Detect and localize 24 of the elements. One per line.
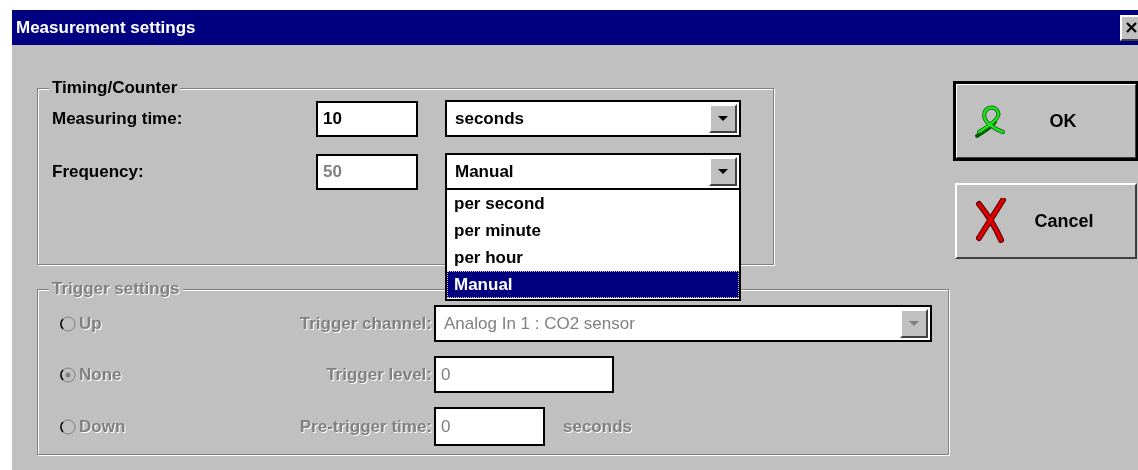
group-title: Timing/Counter	[49, 78, 181, 98]
close-icon	[1125, 22, 1137, 33]
field-label: Trigger channel:	[298, 313, 432, 334]
caret-icon	[718, 116, 728, 121]
unit-label: seconds	[563, 416, 632, 437]
radio-label: Up	[79, 313, 102, 334]
ok-button[interactable]: OK	[955, 83, 1137, 159]
caret-icon	[909, 321, 919, 326]
window-title: Measurement settings	[15, 17, 196, 38]
field-label: Trigger level:	[325, 364, 432, 385]
caret-icon	[718, 169, 728, 174]
group-title: Trigger settings	[49, 279, 183, 299]
dropdown-arrow-button[interactable]	[709, 104, 737, 133]
unit-dropdown[interactable]: seconds	[445, 100, 741, 137]
close-button[interactable]	[1120, 14, 1138, 41]
dropdown-arrow-button[interactable]	[709, 157, 737, 186]
field-label: Measuring time:	[52, 108, 184, 129]
cross-icon	[973, 198, 1009, 244]
field-label: Frequency:	[52, 161, 145, 182]
radio-label: Down	[79, 416, 126, 437]
field-label: Pre-trigger time:	[298, 416, 432, 437]
cancel-button[interactable]: Cancel	[955, 183, 1137, 259]
number-input[interactable]: 10	[316, 100, 418, 137]
radio-label: None	[79, 364, 122, 385]
